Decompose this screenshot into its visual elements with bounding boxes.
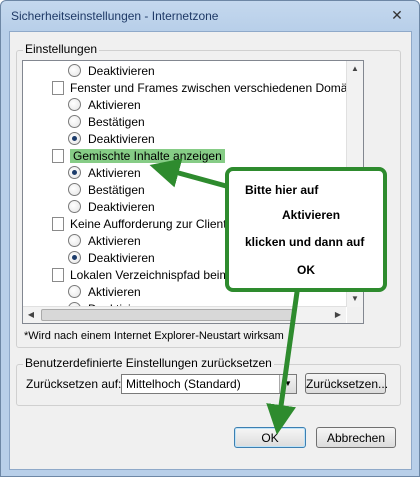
ok-button[interactable]: OK <box>234 427 306 448</box>
setting-label: Fenster und Frames zwischen verschiedene… <box>70 81 346 95</box>
security-level-select[interactable]: Mittelhoch (Standard) ▼ <box>121 374 297 394</box>
radio-checked-icon[interactable] <box>68 166 81 180</box>
reset-button[interactable]: Zurücksetzen... <box>305 373 388 394</box>
scroll-down-icon[interactable]: ▼ <box>347 291 363 307</box>
radio-unchecked-icon[interactable] <box>68 183 81 197</box>
setting-radio-option[interactable]: Deaktivieren <box>68 131 155 148</box>
setting-label: Aktivieren <box>88 166 141 180</box>
radio-checked-icon[interactable] <box>68 132 81 146</box>
radio-unchecked-icon[interactable] <box>68 98 81 112</box>
setting-heading[interactable]: Keine Aufforderung zur Clientze <box>52 216 239 233</box>
cancel-button[interactable]: Abbrechen <box>316 427 396 448</box>
reset-to-label: Zurücksetzen auf: <box>26 377 122 391</box>
setting-label: Bestätigen <box>88 183 145 197</box>
setting-radio-option[interactable]: Bestätigen <box>68 114 145 131</box>
setting-radio-option[interactable]: Aktivieren <box>68 284 141 301</box>
setting-label: Lokalen Verzeichnispfad beim H <box>70 268 242 282</box>
horizontal-scrollbar[interactable]: ◀ ▶ <box>23 306 346 323</box>
radio-unchecked-icon[interactable] <box>68 200 81 214</box>
annotation-line-1: Bitte hier auf <box>245 183 319 197</box>
setting-label: Bestätigen <box>88 115 145 129</box>
setting-heading[interactable]: Lokalen Verzeichnispfad beim H <box>52 267 241 284</box>
setting-radio-option[interactable]: Aktivieren <box>68 97 141 114</box>
setting-radio-option[interactable]: Bestätigen <box>68 182 145 199</box>
document-icon <box>52 80 64 95</box>
scroll-right-icon[interactable]: ▶ <box>330 307 346 323</box>
document-icon <box>52 216 64 231</box>
settings-group-label: Einstellungen <box>23 42 100 56</box>
radio-unchecked-icon[interactable] <box>68 115 81 129</box>
annotation-line-4: OK <box>297 263 315 277</box>
title-bar[interactable]: Sicherheitseinstellungen - Internetzone … <box>1 1 419 31</box>
setting-label: Gemischte Inhalte anzeigen <box>70 149 225 163</box>
setting-label: Deaktivieren <box>88 251 155 265</box>
annotation-callout: Bitte hier auf Aktivieren klicken und da… <box>225 167 387 292</box>
radio-unchecked-icon[interactable] <box>68 64 81 78</box>
setting-heading[interactable]: Fenster und Frames zwischen verschiedene… <box>52 80 346 97</box>
close-icon[interactable]: ✕ <box>389 7 405 23</box>
setting-label: Aktivieren <box>88 98 141 112</box>
radio-checked-icon[interactable] <box>68 251 81 265</box>
horizontal-scroll-thumb[interactable] <box>41 309 293 321</box>
setting-label: Deaktivieren <box>88 64 155 78</box>
document-icon <box>52 267 64 282</box>
setting-label: Deaktivieren <box>88 200 155 214</box>
radio-unchecked-icon[interactable] <box>68 234 81 248</box>
chevron-down-icon[interactable]: ▼ <box>279 375 296 393</box>
setting-radio-option[interactable]: Deaktivieren <box>68 199 155 216</box>
security-level-value: Mittelhoch (Standard) <box>126 377 241 391</box>
setting-radio-option[interactable]: Aktivieren <box>68 165 141 182</box>
scrollbar-corner <box>347 307 363 323</box>
setting-label: Aktivieren <box>88 234 141 248</box>
setting-label: Deaktivieren <box>88 132 155 146</box>
setting-radio-option[interactable]: Aktivieren <box>68 233 141 250</box>
scroll-left-icon[interactable]: ◀ <box>23 307 39 323</box>
annotation-line-2: Aktivieren <box>282 208 341 222</box>
reset-group-label: Benutzerdefinierte Einstellungen zurücks… <box>23 356 274 370</box>
setting-label: Keine Aufforderung zur Clientze <box>70 217 240 231</box>
annotation-line-3: klicken und dann auf <box>245 235 365 249</box>
setting-heading[interactable]: Gemischte Inhalte anzeigen <box>52 148 225 165</box>
scroll-up-icon[interactable]: ▲ <box>347 61 363 77</box>
setting-radio-option[interactable]: Deaktivieren <box>68 63 155 80</box>
restart-note: *Wird nach einem Internet Explorer-Neust… <box>24 330 284 342</box>
radio-unchecked-icon[interactable] <box>68 285 81 299</box>
window-title: Sicherheitseinstellungen - Internetzone <box>11 9 219 23</box>
document-icon <box>52 148 64 163</box>
setting-radio-option[interactable]: Deaktivieren <box>68 250 155 267</box>
setting-label: Aktivieren <box>88 285 141 299</box>
